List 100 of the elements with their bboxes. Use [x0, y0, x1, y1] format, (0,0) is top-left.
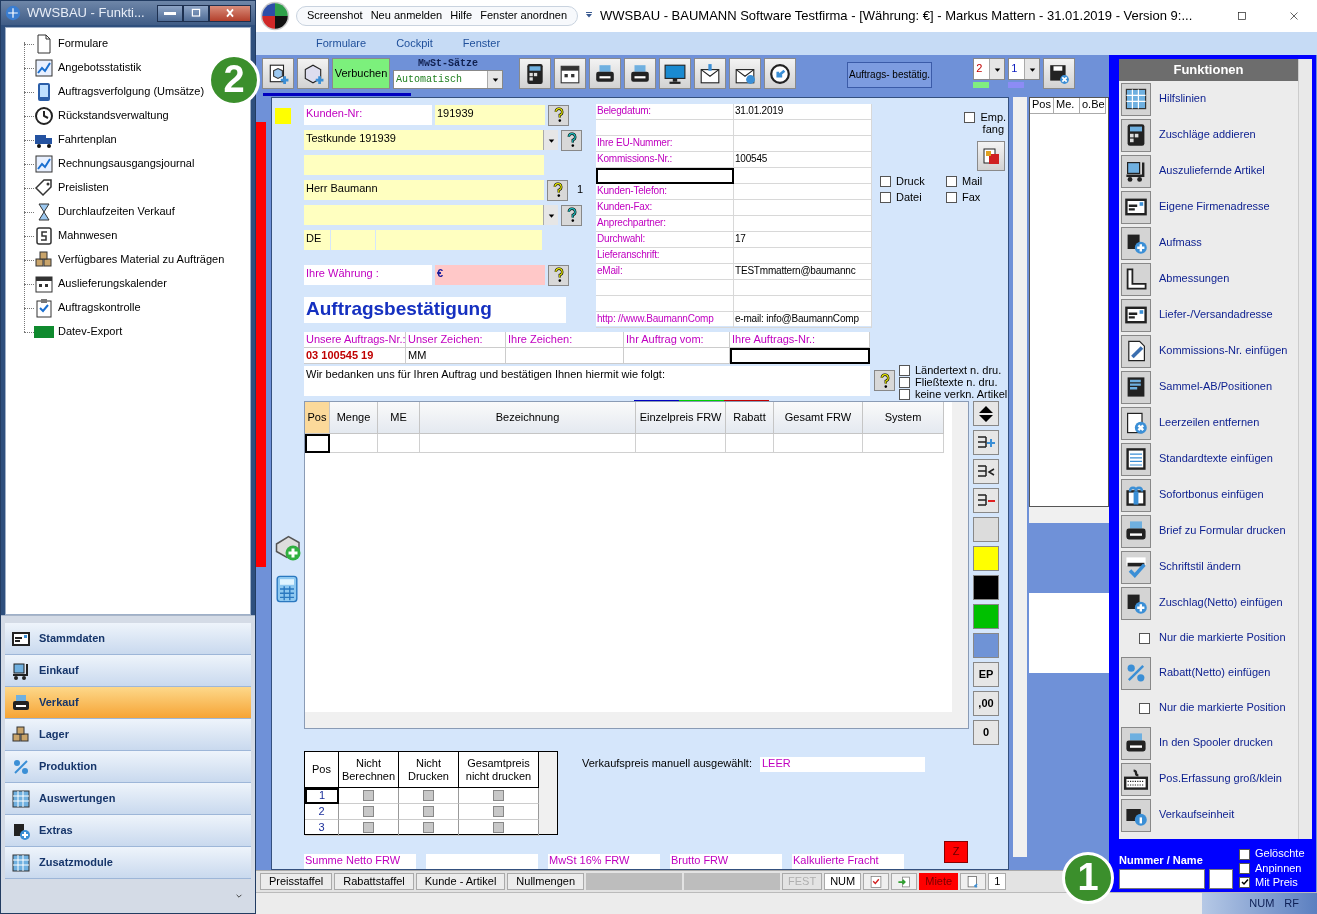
tree-item[interactable]: Formulare [58, 37, 109, 51]
checkbox[interactable] [880, 192, 891, 204]
menu-link[interactable]: Hilfe [450, 9, 473, 23]
function-item[interactable]: Zuschlag(Netto) einfügen [1119, 585, 1298, 621]
scrollbar[interactable] [1013, 97, 1027, 857]
nav-button[interactable]: Stammdaten [5, 623, 251, 655]
checkbox[interactable] [363, 790, 374, 801]
dropdown-button[interactable] [487, 71, 502, 88]
column-header[interactable]: Pos [305, 402, 330, 434]
column-header[interactable]: Rabatt [726, 402, 774, 434]
tree-item[interactable]: Rechnungsausgangsjournal [58, 157, 195, 171]
checkbox[interactable] [1239, 876, 1250, 888]
currency-field[interactable]: € [435, 265, 545, 285]
format-button[interactable]: ,00 [973, 691, 999, 716]
status-button[interactable] [863, 873, 890, 890]
tree-item[interactable]: Auslieferungskalender [58, 277, 167, 291]
status-button[interactable]: Rabattstaffel [334, 873, 414, 890]
status-button[interactable]: Preisstaffel [260, 873, 333, 890]
menu-link[interactable]: Screenshot [307, 9, 363, 23]
checkbox[interactable] [493, 790, 504, 801]
checkbox[interactable] [880, 176, 891, 188]
dropdown-button[interactable] [543, 205, 558, 225]
help-button[interactable] [561, 129, 582, 151]
calculator-button[interactable] [519, 58, 551, 89]
new-document-button[interactable] [262, 58, 294, 89]
column-header[interactable]: Einzelpreis FRW [636, 402, 726, 434]
tree-item[interactable]: Verfügbares Material zu Aufträgen [58, 253, 225, 267]
checkbox[interactable] [899, 364, 910, 376]
row-number[interactable]: 1 [305, 788, 339, 804]
checkbox[interactable] [423, 822, 434, 833]
table-cell[interactable] [305, 434, 330, 453]
mail-check-button[interactable] [729, 58, 761, 89]
row-number[interactable]: 2 [305, 804, 339, 820]
input-field[interactable]: Herr Baumann [304, 180, 544, 200]
color-swatch[interactable] [973, 633, 999, 658]
menu-link[interactable]: Neu anmelden [370, 9, 443, 23]
dropdown-button[interactable] [543, 130, 558, 150]
function-item[interactable]: Zuschläge addieren [1119, 117, 1298, 153]
help-button[interactable] [548, 264, 569, 286]
color-swatch[interactable] [973, 604, 999, 629]
dropdown-button[interactable] [989, 59, 1005, 79]
minimize-button[interactable] [157, 4, 183, 22]
checkbox[interactable] [946, 192, 957, 204]
country-field[interactable]: DE [304, 230, 330, 250]
post-button[interactable]: Verbuchen [332, 58, 390, 89]
scrollbar[interactable] [1029, 507, 1109, 523]
function-item[interactable]: Liefer-/Versandadresse [1119, 297, 1298, 333]
tree-item[interactable]: Datev-Export [58, 325, 123, 339]
function-item[interactable]: Leerzeilen entfernen [1119, 405, 1298, 441]
color-swatch[interactable] [973, 517, 999, 542]
format-button[interactable]: EP [973, 662, 999, 687]
dropdown-button[interactable] [1024, 59, 1040, 79]
status-button[interactable] [960, 873, 987, 890]
column-header[interactable]: System [863, 402, 944, 434]
tree-item[interactable]: Auftragsverfolgung (Umsätze) [58, 85, 205, 99]
checkbox[interactable] [423, 806, 434, 817]
function-item[interactable]: Rabatt(Netto) einfügen [1119, 655, 1298, 691]
vat-select[interactable]: Automatisch [393, 70, 503, 89]
checkbox[interactable] [493, 806, 504, 817]
ribbon-tab[interactable]: Formulare [316, 36, 367, 51]
input-field[interactable] [331, 230, 375, 250]
status-button[interactable] [891, 873, 918, 890]
column-header[interactable]: Gesamt FRW [774, 402, 863, 434]
ribbon-tab[interactable]: Cockpit [396, 36, 433, 51]
function-item[interactable]: Eigene Firmenadresse [1119, 189, 1298, 225]
help-button[interactable] [547, 179, 568, 201]
print-preview-button[interactable] [624, 58, 656, 89]
checkbox[interactable] [946, 176, 957, 188]
copies-select[interactable]: 2 [973, 58, 1006, 80]
row-number[interactable]: 3 [305, 820, 339, 836]
scrollbar[interactable] [305, 712, 968, 728]
back-button[interactable] [764, 58, 796, 89]
tree-item[interactable]: Rückstandsverwaltung [58, 109, 169, 123]
function-item[interactable]: Pos.Erfassung groß/klein [1119, 761, 1298, 797]
color-swatch[interactable] [973, 546, 999, 571]
document-type-button[interactable]: Auftrags- bestätig. [847, 62, 933, 88]
help-button[interactable] [561, 204, 582, 226]
function-item[interactable]: Abmessungen [1119, 261, 1298, 297]
function-item[interactable]: Hilfslinien [1119, 81, 1298, 117]
column-header[interactable]: Menge [330, 402, 378, 434]
checkbox[interactable] [363, 822, 374, 833]
checkbox[interactable] [1239, 862, 1250, 874]
menu-link[interactable]: Fenster anordnen [480, 9, 568, 23]
combo-field[interactable] [304, 205, 558, 225]
nav-button[interactable]: Verkauf [5, 687, 251, 719]
nav-button[interactable]: Produktion [5, 751, 251, 783]
checkbox[interactable] [1239, 848, 1250, 860]
input-field[interactable] [1209, 869, 1233, 889]
ribbon-tab[interactable]: Fenster [462, 36, 501, 51]
copies-select[interactable]: 1 [1008, 58, 1041, 80]
maximize-button[interactable] [183, 4, 209, 22]
function-item[interactable]: Sofortbonus einfügen [1119, 477, 1298, 513]
printer-button[interactable] [589, 58, 621, 89]
format-button[interactable]: 0 [973, 720, 999, 745]
monitor-button[interactable] [659, 58, 691, 89]
tree-item[interactable]: Mahnwesen [58, 229, 118, 243]
function-item[interactable]: Standardtexte einfügen [1119, 441, 1298, 477]
tree-item[interactable]: Fahrtenplan [58, 133, 117, 147]
input-field[interactable] [376, 230, 542, 250]
checkbox[interactable] [493, 822, 504, 833]
